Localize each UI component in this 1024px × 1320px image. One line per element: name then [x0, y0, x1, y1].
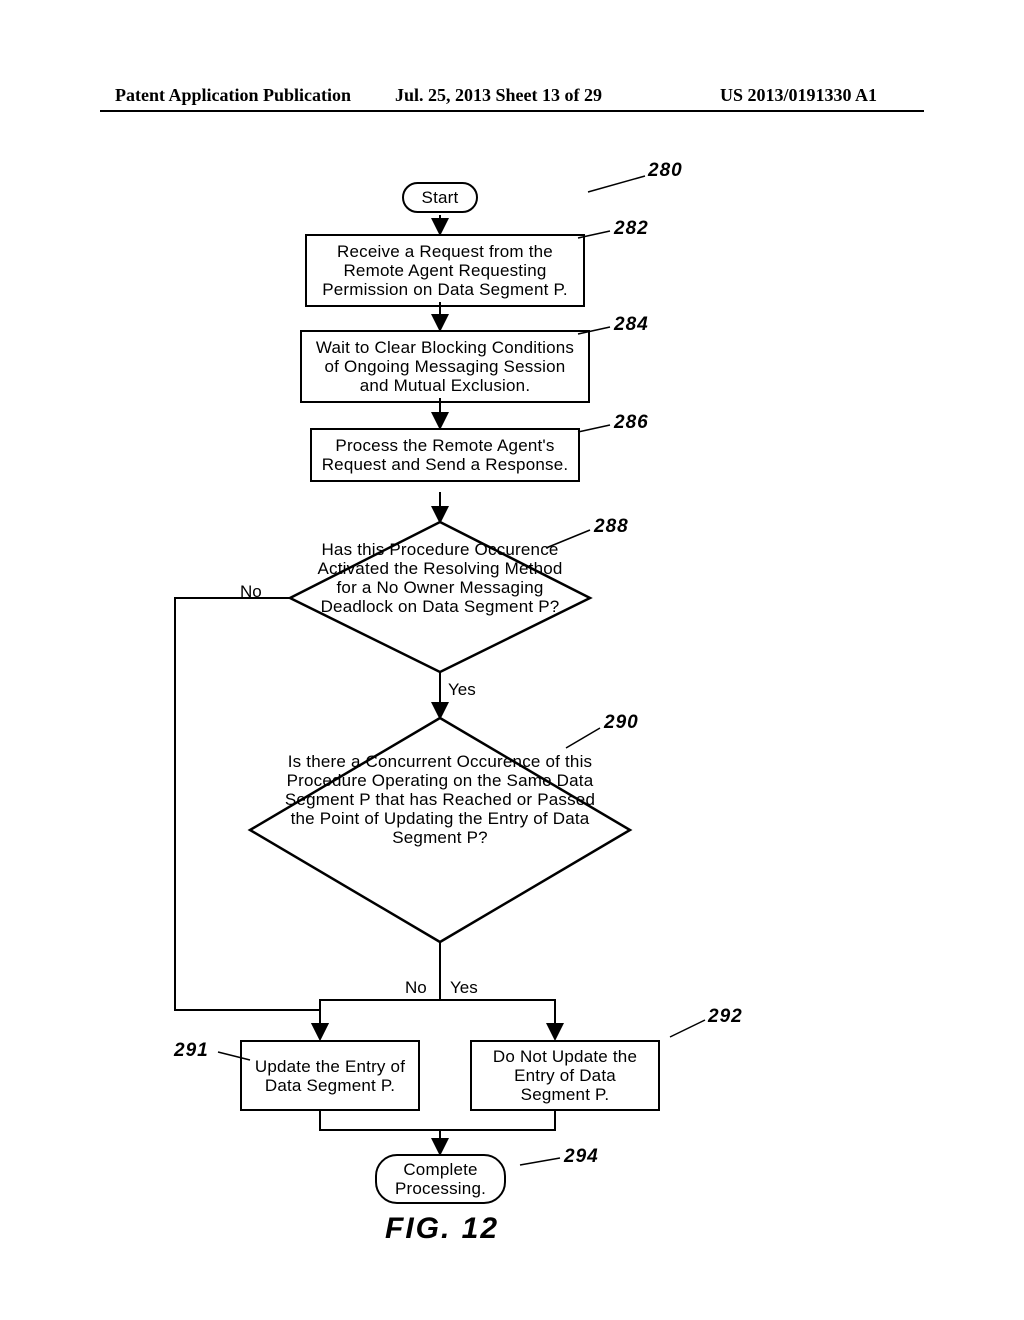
edge-288-yes: Yes: [448, 680, 476, 700]
ref-282: 282: [614, 218, 649, 240]
ref-286: 286: [614, 412, 649, 434]
figure-label: FIG. 12: [385, 1212, 499, 1246]
box-291: Update the Entry of Data Segment P.: [240, 1040, 420, 1111]
ref-284: 284: [614, 314, 649, 336]
box-284: Wait to Clear Blocking Conditions of Ong…: [300, 330, 590, 403]
box-284-text: Wait to Clear Blocking Conditions of Ong…: [316, 338, 574, 395]
edge-290-yes: Yes: [450, 978, 478, 998]
box-291-text: Update the Entry of Data Segment P.: [250, 1057, 410, 1095]
start-label: Start: [402, 182, 479, 213]
ref-280: 280: [648, 160, 683, 182]
box-282-text: Receive a Request from the Remote Agent …: [322, 242, 568, 299]
end-label: Complete Processing.: [375, 1154, 506, 1204]
ref-291: 291: [174, 1040, 209, 1062]
ref-294: 294: [564, 1146, 599, 1168]
header-left: Patent Application Publication: [115, 85, 351, 106]
box-292-text: Do Not Update the Entry of Data Segment …: [480, 1047, 650, 1104]
decision-288-text: Has this Procedure Occurence Activated t…: [315, 540, 565, 616]
box-282: Receive a Request from the Remote Agent …: [305, 234, 585, 307]
page: Patent Application Publication Jul. 25, …: [0, 0, 1024, 1320]
end-terminator: Complete Processing.: [375, 1154, 505, 1204]
ref-292: 292: [708, 1006, 743, 1028]
start-terminator: Start: [400, 182, 480, 213]
diagram-sheet: Start Receive a Request from the Remote …: [100, 130, 924, 1280]
box-292: Do Not Update the Entry of Data Segment …: [470, 1040, 660, 1111]
box-286-text: Process the Remote Agent's Request and S…: [322, 436, 569, 474]
box-286: Process the Remote Agent's Request and S…: [310, 428, 580, 482]
ref-290: 290: [604, 712, 639, 734]
header-right: US 2013/0191330 A1: [720, 85, 877, 106]
edge-290-no: No: [405, 978, 427, 998]
decision-290-text: Is there a Concurrent Occurence of this …: [280, 752, 600, 847]
ref-288: 288: [594, 516, 629, 538]
edge-288-no: No: [240, 582, 262, 602]
header-rule: [100, 110, 924, 112]
header-mid: Jul. 25, 2013 Sheet 13 of 29: [395, 85, 602, 106]
